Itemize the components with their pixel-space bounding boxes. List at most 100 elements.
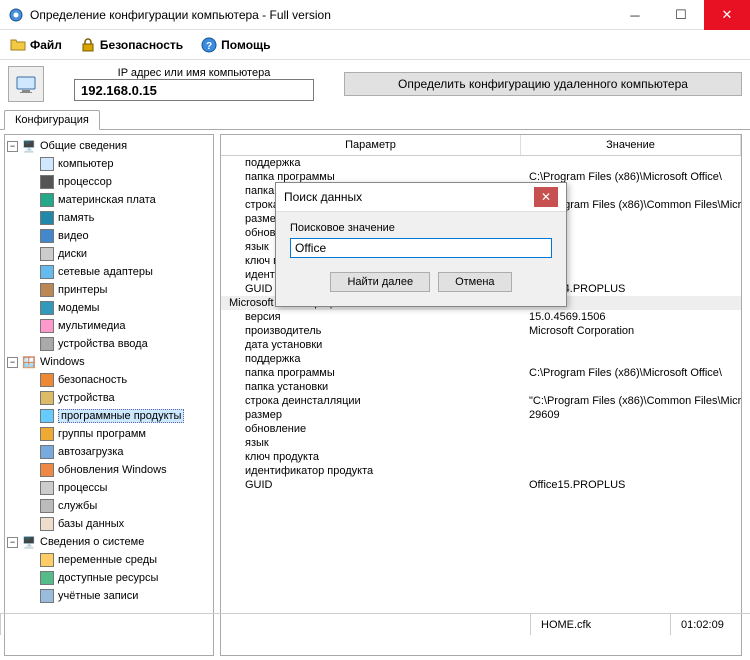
tree-node-motherboard[interactable]: материнская плата <box>39 191 211 209</box>
tree-node-autoload[interactable]: автозагрузка <box>39 443 211 461</box>
tree-node-groups[interactable]: группы программ <box>39 425 211 443</box>
cell-param: дата установки <box>221 339 521 351</box>
cancel-button[interactable]: Отмена <box>438 272 511 292</box>
minimize-button[interactable]: ─ <box>612 0 658 30</box>
svg-text:?: ? <box>206 41 212 52</box>
list-row[interactable]: поддержка <box>221 156 741 170</box>
menu-file-label: Файл <box>30 38 62 52</box>
dialog-close-button[interactable]: ✕ <box>534 187 558 207</box>
dialog-title: Поиск данных <box>284 190 534 204</box>
multimedia-icon <box>39 318 55 334</box>
col-header-param[interactable]: Параметр <box>221 135 521 155</box>
ip-input[interactable] <box>74 79 314 101</box>
cell-param: язык <box>221 437 521 449</box>
list-row[interactable]: папка установки <box>221 380 741 394</box>
board-icon <box>39 192 55 208</box>
autoload-icon <box>39 444 55 460</box>
list-row[interactable]: папка программыC:\Program Files (x86)\Mi… <box>221 366 741 380</box>
collapse-icon[interactable]: − <box>7 141 18 152</box>
tree-node-windows[interactable]: −🪟Windows <box>7 353 211 371</box>
list-row[interactable]: производительMicrosoft Corporation <box>221 324 741 338</box>
device-icon <box>39 390 55 406</box>
resource-icon <box>39 570 55 586</box>
list-row[interactable]: обновление <box>221 422 741 436</box>
tree-node-processes[interactable]: процессы <box>39 479 211 497</box>
cell-value <box>521 339 741 351</box>
list-row[interactable]: ключ продукта <box>221 450 741 464</box>
cell-value <box>521 423 741 435</box>
top-controls: IP адрес или имя компьютера Определить к… <box>0 60 750 108</box>
tab-configuration[interactable]: Конфигурация <box>4 110 100 130</box>
tree-node-accounts[interactable]: учётные записи <box>39 587 211 605</box>
detect-remote-button[interactable]: Определить конфигурацию удаленного компь… <box>344 72 742 96</box>
computer-icon <box>39 156 55 172</box>
gear-icon <box>39 498 55 514</box>
memory-icon <box>39 210 55 226</box>
tab-strip: Конфигурация <box>0 108 750 130</box>
tree-node-multimedia[interactable]: мультимедиа <box>39 317 211 335</box>
menu-file[interactable]: Файл <box>6 35 66 55</box>
help-icon: ? <box>201 37 217 53</box>
cell-param: размер <box>221 409 521 421</box>
cell-param: производитель <box>221 325 521 337</box>
tree-pane[interactable]: −🖥️Общие сведения компьютер процессор ма… <box>4 134 214 656</box>
modem-icon <box>39 300 55 316</box>
input-icon <box>39 336 55 352</box>
tree-node-system[interactable]: −🖥️Сведения о системе <box>7 533 211 551</box>
cell-param: обновление <box>221 423 521 435</box>
cell-value <box>521 353 741 365</box>
tree-node-resources[interactable]: доступные ресурсы <box>39 569 211 587</box>
list-row[interactable]: поддержка <box>221 352 741 366</box>
tree-node-processor[interactable]: процессор <box>39 173 211 191</box>
list-row[interactable]: язык <box>221 436 741 450</box>
list-row[interactable]: строка деинсталляции"C:\Program Files (x… <box>221 394 741 408</box>
app-icon <box>8 7 24 23</box>
list-row[interactable]: идентификатор продукта <box>221 464 741 478</box>
lock-icon <box>80 37 96 53</box>
tree-node-security[interactable]: безопасность <box>39 371 211 389</box>
refresh-button[interactable] <box>8 66 44 102</box>
tree-node-printers[interactable]: принтеры <box>39 281 211 299</box>
close-button[interactable]: ✕ <box>704 0 750 30</box>
windows-icon: 🪟 <box>21 354 37 370</box>
find-next-button[interactable]: Найти далее <box>330 272 430 292</box>
network-icon <box>39 264 55 280</box>
tree-node-updates[interactable]: обновления Windows <box>39 461 211 479</box>
cell-value <box>521 451 741 463</box>
tree-node-computer[interactable]: компьютер <box>39 155 211 173</box>
tree-node-disks[interactable]: диски <box>39 245 211 263</box>
list-row[interactable]: GUIDOffice15.PROPLUS <box>221 478 741 492</box>
tree-node-services[interactable]: службы <box>39 497 211 515</box>
tree-node-network[interactable]: сетевые адаптеры <box>39 263 211 281</box>
ip-label: IP адрес или имя компьютера <box>118 67 271 79</box>
env-icon <box>39 552 55 568</box>
search-input[interactable] <box>290 238 552 258</box>
menu-security[interactable]: Безопасность <box>76 35 187 55</box>
cell-value <box>521 157 741 169</box>
tree-node-modems[interactable]: модемы <box>39 299 211 317</box>
tree-node-envvars[interactable]: переменные среды <box>39 551 211 569</box>
cell-param: папка программы <box>221 367 521 379</box>
cell-value: C:\Program Files (x86)\Microsoft Office\ <box>521 367 741 379</box>
cpu-icon <box>39 174 55 190</box>
maximize-button[interactable]: ☐ <box>658 0 704 30</box>
account-icon <box>39 588 55 604</box>
col-header-value[interactable]: Значение <box>521 135 741 155</box>
video-icon <box>39 228 55 244</box>
collapse-icon[interactable]: − <box>7 357 18 368</box>
list-row[interactable]: версия15.0.4569.1506 <box>221 310 741 324</box>
menu-help[interactable]: ? Помощь <box>197 35 274 55</box>
title-bar: Определение конфигурации компьютера - Fu… <box>0 0 750 30</box>
cell-value: 15.0.4569.1506 <box>521 311 741 323</box>
tree-node-memory[interactable]: память <box>39 209 211 227</box>
collapse-icon[interactable]: − <box>7 537 18 548</box>
tree-node-databases[interactable]: базы данных <box>39 515 211 533</box>
list-header: Параметр Значение <box>221 135 741 156</box>
tree-node-general[interactable]: −🖥️Общие сведения <box>7 137 211 155</box>
list-row[interactable]: размер29609 <box>221 408 741 422</box>
tree-node-input[interactable]: устройства ввода <box>39 335 211 353</box>
tree-node-devices[interactable]: устройства <box>39 389 211 407</box>
tree-node-video[interactable]: видео <box>39 227 211 245</box>
tree-node-software[interactable]: программные продукты <box>39 407 211 425</box>
list-row[interactable]: дата установки <box>221 338 741 352</box>
